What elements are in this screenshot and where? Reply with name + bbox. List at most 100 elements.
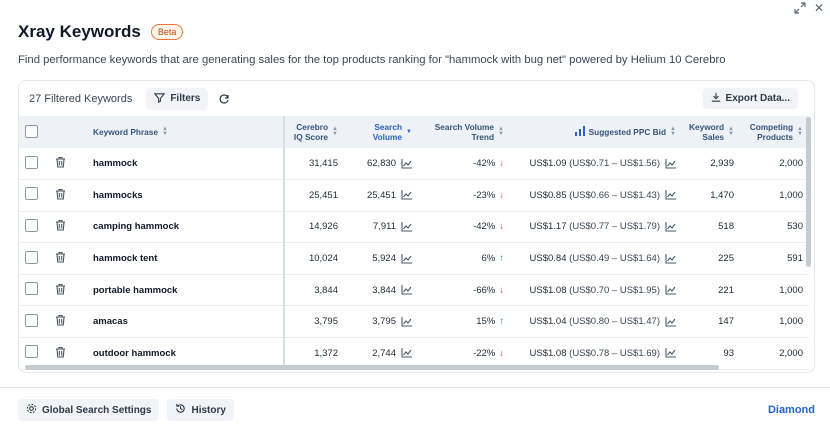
refresh-icon[interactable] bbox=[218, 93, 230, 105]
volume-history-chart-icon[interactable] bbox=[401, 253, 412, 264]
col-keyword-sales[interactable]: Keyword Sales ▲ ▼ bbox=[682, 116, 740, 148]
search-volume-trend: 15% ↑ bbox=[476, 316, 504, 328]
filters-label: Filters bbox=[170, 93, 201, 104]
trash-icon[interactable] bbox=[55, 156, 66, 168]
filters-button[interactable]: Filters bbox=[146, 87, 209, 110]
keyword-phrase[interactable]: hammock bbox=[87, 148, 285, 180]
ppc-history-chart-icon[interactable] bbox=[665, 316, 676, 327]
sort-desc-icon: ▼ bbox=[406, 128, 412, 135]
history-button[interactable]: History bbox=[167, 399, 234, 421]
trash-icon[interactable] bbox=[55, 314, 66, 326]
trend-down-arrow-icon: ↓ bbox=[499, 284, 504, 296]
trash-icon[interactable] bbox=[55, 219, 66, 232]
search-volume-trend: -23% ↓ bbox=[473, 189, 504, 201]
ppc-history-chart-icon[interactable] bbox=[665, 158, 676, 169]
row-checkbox[interactable] bbox=[25, 187, 38, 201]
cerebro-iq-score: 3,795 bbox=[314, 316, 338, 328]
keyword-phrase[interactable]: portable hammock bbox=[87, 274, 285, 306]
volume-history-chart-icon[interactable] bbox=[401, 348, 412, 358]
search-volume: 7,911 bbox=[344, 211, 418, 243]
page-subtitle: Find performance keywords that are gener… bbox=[18, 54, 726, 66]
window-controls: ✕ bbox=[794, 2, 824, 16]
sort-icon: ▲ ▼ bbox=[728, 126, 734, 137]
ppc-history-chart-icon[interactable] bbox=[665, 253, 676, 264]
global-search-settings-button[interactable]: Global Search Settings bbox=[18, 399, 160, 421]
export-data-button[interactable]: Export Data... bbox=[702, 88, 798, 109]
col-search-volume[interactable]: Search Volume ▼ bbox=[344, 116, 418, 148]
col-competing-products[interactable]: Competing Products ▲ ▼ bbox=[740, 116, 809, 148]
bar-chart-icon bbox=[574, 126, 585, 138]
col-cerebro-iq-score[interactable]: Cerebro IQ Score ▲ ▼ bbox=[284, 116, 344, 148]
row-checkbox[interactable] bbox=[25, 282, 38, 296]
row-checkbox[interactable] bbox=[25, 155, 38, 169]
keyword-phrase[interactable]: camping hammock bbox=[87, 211, 285, 243]
suggested-ppc-bid: US$1.04 (US$0.80 – US$1.47) bbox=[510, 306, 682, 338]
download-icon bbox=[711, 92, 721, 105]
vertical-scrollbar[interactable] bbox=[806, 117, 811, 267]
table-row: portable hammock 3,844 3,844 -66% ↓ US$1.08 (… bbox=[19, 274, 809, 306]
keyword-sales: 147 bbox=[718, 316, 734, 328]
col-suggested-ppc-bid[interactable]: Suggested PPC Bid ▲ ▼ bbox=[510, 116, 682, 148]
trash-icon[interactable] bbox=[55, 188, 66, 200]
volume-history-chart-icon[interactable] bbox=[401, 158, 412, 169]
table-row: hammocks 25,451 25,451 -23% ↓ US$0.85 (US$0.6… bbox=[19, 179, 809, 212]
header: Xray Keywords Beta Find performance keyw… bbox=[18, 22, 812, 66]
competing-products: 1,000 bbox=[779, 284, 803, 296]
suggested-ppc-bid: US$1.17 (US$0.77 – US$1.79) bbox=[510, 211, 682, 243]
search-volume: 62,830 bbox=[344, 148, 418, 180]
row-checkbox[interactable] bbox=[25, 218, 38, 232]
volume-history-chart-icon[interactable] bbox=[401, 285, 412, 295]
ppc-history-chart-icon[interactable] bbox=[665, 348, 676, 358]
sort-icon: ▲ ▼ bbox=[162, 126, 168, 137]
competing-products: 2,000 bbox=[779, 347, 803, 359]
footer-divider bbox=[0, 387, 830, 388]
sort-icon: ▲ ▼ bbox=[332, 126, 338, 137]
select-all-checkbox[interactable] bbox=[25, 124, 38, 138]
search-volume: 5,924 bbox=[344, 243, 418, 275]
trash-icon[interactable] bbox=[55, 251, 66, 263]
row-checkbox[interactable] bbox=[25, 345, 38, 359]
trend-up-arrow-icon: ↑ bbox=[499, 253, 504, 265]
footer: Global Search Settings History Diamond bbox=[18, 399, 815, 421]
col-keyword-phrase[interactable]: Keyword Phrase ▲ ▼ bbox=[87, 116, 285, 148]
expand-icon[interactable] bbox=[794, 2, 806, 16]
trash-icon[interactable] bbox=[55, 283, 66, 295]
gear-icon bbox=[26, 403, 37, 417]
keyword-sales: 225 bbox=[718, 253, 734, 265]
beta-badge: Beta bbox=[150, 24, 184, 40]
trash-icon[interactable] bbox=[55, 346, 66, 358]
row-checkbox[interactable] bbox=[25, 250, 38, 264]
ppc-history-chart-icon[interactable] bbox=[665, 190, 676, 200]
row-checkbox[interactable] bbox=[25, 313, 38, 327]
trend-down-arrow-icon: ↓ bbox=[499, 189, 504, 201]
table-toolbar: 27 Filtered Keywords Filters Export Data… bbox=[19, 81, 814, 116]
volume-history-chart-icon[interactable] bbox=[401, 221, 412, 232]
keyword-phrase[interactable]: hammocks bbox=[87, 179, 285, 212]
competing-products: 1,000 bbox=[779, 189, 803, 201]
keyword-phrase[interactable]: amacas bbox=[87, 305, 285, 338]
plan-link[interactable]: Diamond bbox=[768, 404, 815, 416]
table-header-row: Keyword Phrase ▲ ▼ Cerebro IQ Score ▲ ▼ Searc… bbox=[19, 116, 809, 148]
ppc-history-chart-icon[interactable] bbox=[665, 285, 676, 295]
cerebro-iq-score: 25,451 bbox=[308, 189, 338, 201]
competing-products: 591 bbox=[787, 253, 803, 265]
volume-history-chart-icon[interactable] bbox=[401, 190, 412, 200]
ppc-history-chart-icon[interactable] bbox=[665, 221, 676, 232]
export-data-label: Export Data... bbox=[725, 93, 790, 104]
history-icon bbox=[175, 403, 186, 417]
volume-history-chart-icon[interactable] bbox=[401, 316, 412, 327]
table-row: hammock tent 10,024 5,924 6% ↑ US$0.84 (US$0.… bbox=[19, 242, 809, 275]
search-volume-trend: 6% ↑ bbox=[481, 253, 504, 265]
suggested-ppc-bid: US$0.85 (US$0.66 – US$1.43) bbox=[510, 180, 682, 212]
horizontal-scrollbar[interactable] bbox=[25, 365, 719, 370]
suggested-ppc-bid: US$0.84 (US$0.49 – US$1.64) bbox=[510, 243, 682, 275]
col-search-volume-trend[interactable]: Search Volume Trend ▲ ▼ bbox=[418, 116, 510, 148]
table-row: amacas 3,795 3,795 15% ↑ US$1.04 (US$0.80 – U… bbox=[19, 305, 809, 338]
search-volume-trend: -66% ↓ bbox=[473, 284, 504, 296]
keyword-sales: 2,939 bbox=[710, 158, 734, 170]
search-volume: 3,844 bbox=[344, 274, 418, 306]
filtered-keyword-count: 27 Filtered Keywords bbox=[29, 92, 133, 105]
close-icon[interactable]: ✕ bbox=[814, 2, 824, 16]
keyword-phrase[interactable]: hammock tent bbox=[87, 242, 285, 275]
page-title: Xray Keywords bbox=[18, 22, 141, 41]
